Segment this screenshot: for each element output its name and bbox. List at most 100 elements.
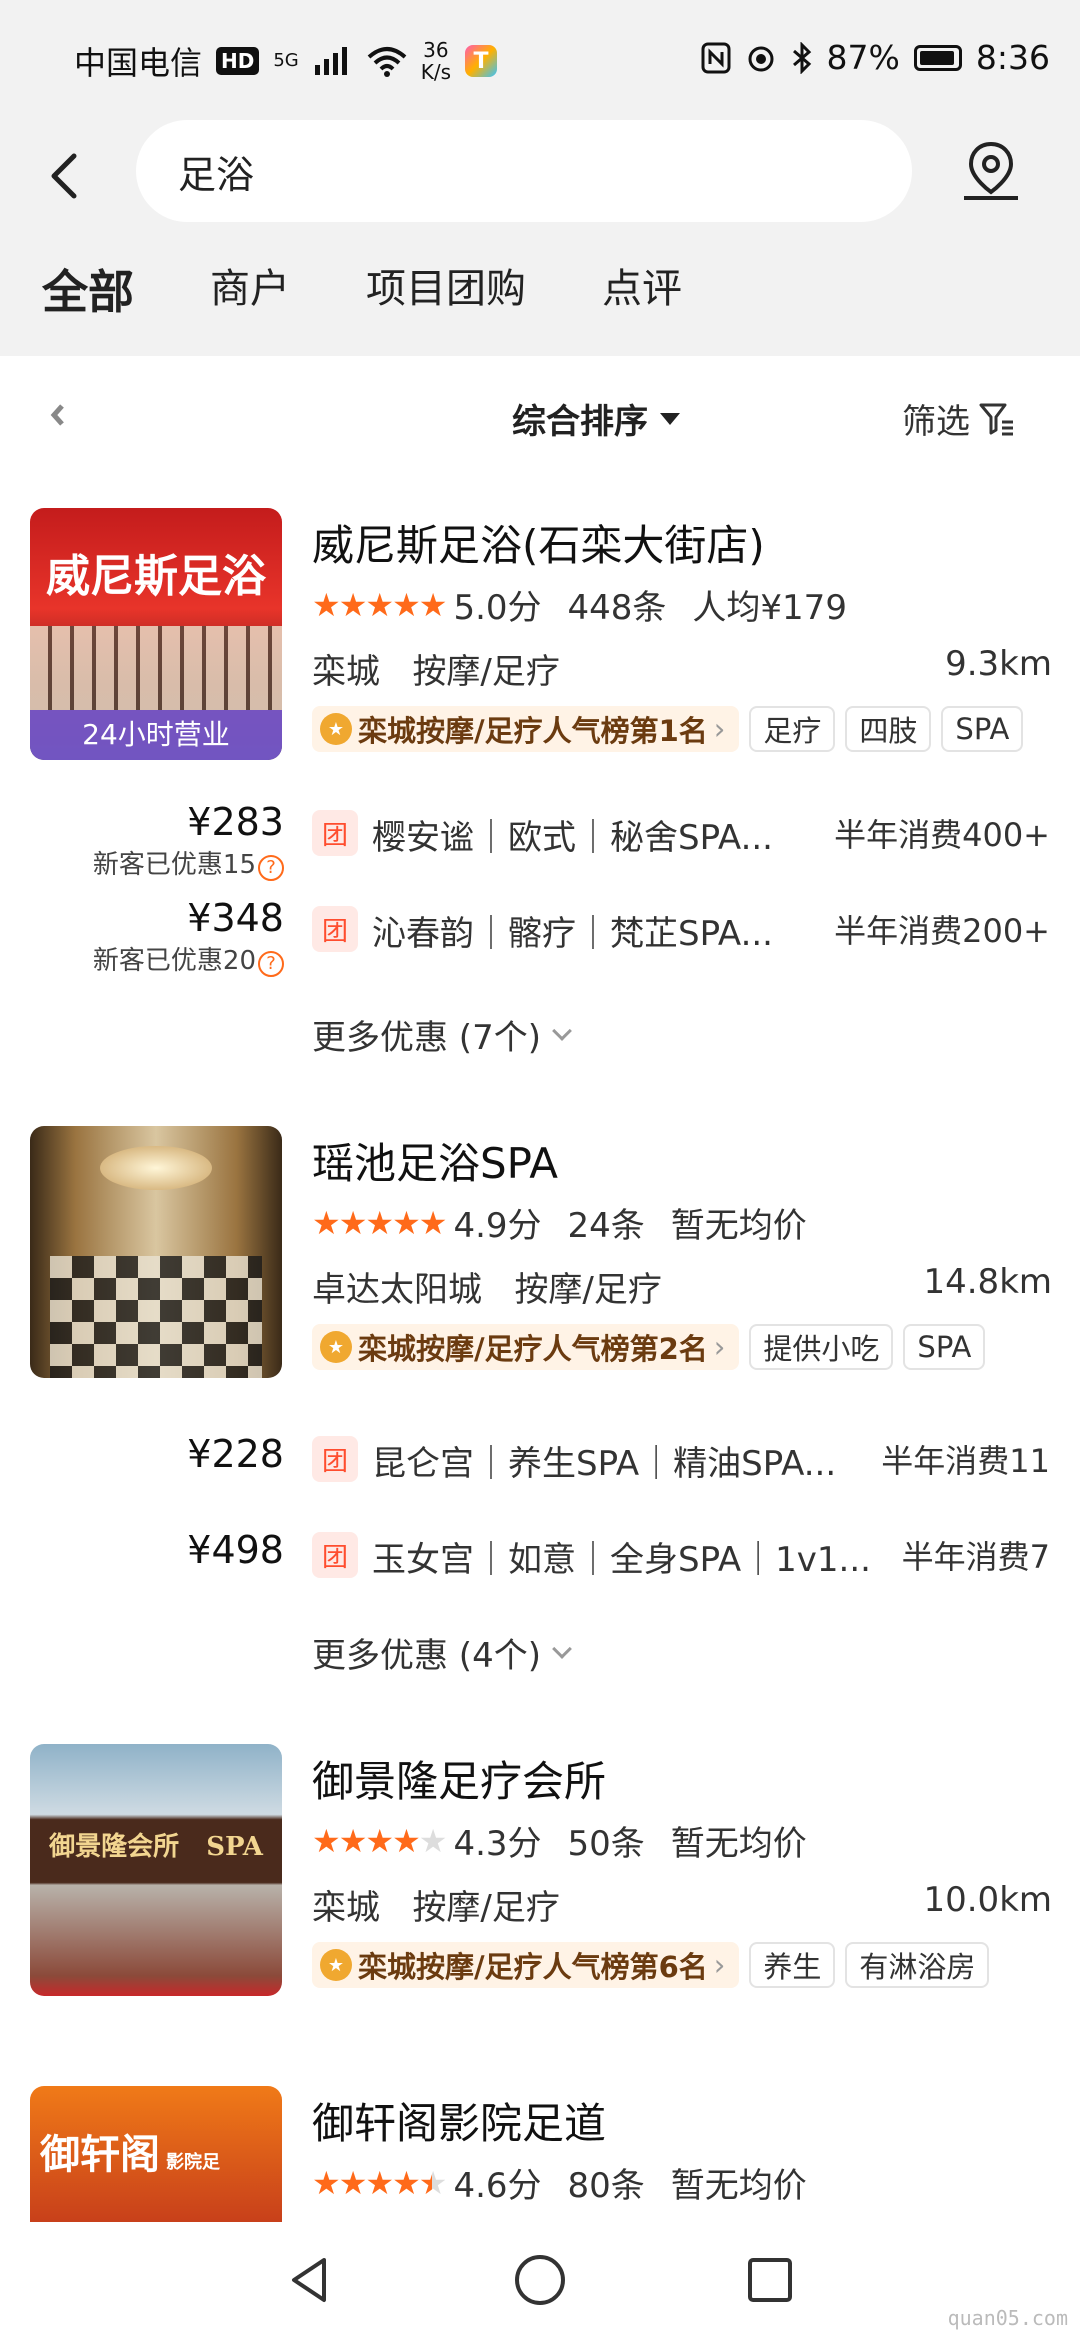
deal-price: ¥283 [187,800,284,844]
search-input[interactable]: 足浴 [136,120,912,222]
deal-sales: 半年消费11 [881,1442,1050,1480]
shop-photo: 御景隆会所 SPA [30,1744,282,1996]
feature-tag: SPA [941,706,1024,752]
group-deal-tag: 团 [312,1532,358,1578]
hd-badge: HD [216,47,260,75]
deal-row[interactable]: ¥348 新客已优惠20? 团 沁春韵｜髂疗｜梵芷SPA... 半年消费200+ [0,896,1080,977]
rank-badge[interactable]: ★ 栾城按摩/足疗人气榜第6名 › [312,1942,740,1988]
tab-all[interactable]: 全部 [42,256,134,326]
shop-category: 按摩/足疗 [412,652,560,692]
sort-bar: 综合排序 筛选 [0,356,1080,476]
shop-sign: 御景隆会所 SPA [49,1832,263,1862]
shop-area: 卓达太阳城 [312,1270,482,1310]
star-rating-icon: ★★★★★ [312,585,447,624]
sort-dropdown[interactable]: 综合排序 [512,394,680,443]
distance: 10.0km [923,1880,1052,1920]
new-customer-discount: 新客已优惠15? [93,844,284,881]
category-tabs: 全部 商户 项目团购 点评 [42,256,758,326]
location-row: 栾城 按摩/足疗 9.3km [312,644,1052,693]
group-deal-tag: 团 [312,1436,358,1482]
listing-card[interactable]: 瑶池足浴SPA ★★★★★ 4.9分 24条 暂无均价 卓达太阳城 按摩/足疗 … [0,1126,1080,1686]
star-rating-icon: ★★★★★ [312,1821,447,1860]
rating-row: ★★★★★ 5.0分 448条 人均¥179 [312,580,847,629]
rating-score: 4.9分 [453,1206,542,1246]
back-arrow-icon[interactable] [40,146,90,206]
deal-price: ¥228 [187,1432,284,1476]
network-speed: 36 K/s [420,38,452,84]
group-deal-tag: 团 [312,906,358,952]
nav-recents-icon[interactable] [744,2254,796,2306]
review-count: 24条 [567,1206,645,1246]
shop-name[interactable]: 御景隆足疗会所 [312,1748,606,1809]
deal-row[interactable]: ¥498 团 玉女宫｜如意｜全身SPA｜1v1... 半年消费7 [0,1522,1080,1592]
medal-icon: ★ [320,1331,352,1363]
shop-name[interactable]: 御轩阁影院足道 [312,2090,606,2151]
battery-icon [913,44,962,71]
review-count: 448条 [567,588,667,628]
avg-price: 暂无均价 [670,1824,807,1864]
nav-back-icon[interactable] [284,2254,336,2306]
scroll-left-icon[interactable] [48,400,68,430]
signal-icon [314,47,347,75]
tab-reviews[interactable]: 点评 [602,256,682,322]
location-row: 卓达太阳城 按摩/足疗 14.8km [312,1262,1052,1311]
deal-row[interactable]: ¥283 新客已优惠15? 团 樱安谧｜欧式｜秘舍SPA... 半年消费400+ [0,800,1080,881]
deal-row[interactable]: ¥228 团 昆仑宫｜养生SPA｜精油SPA... 半年消费11 [0,1426,1080,1496]
rating-score: 4.6分 [453,2166,542,2206]
search-header: 足浴 全部 商户 项目团购 点评 [0,120,1080,356]
alarm-icon [748,46,774,71]
distance: 9.3km [945,644,1052,684]
deal-name: 昆仑宫｜养生SPA｜精油SPA... [372,1444,837,1484]
rating-row: ★★★★★ 4.3分 50条 暂无均价 [312,1816,807,1865]
more-deals-button[interactable]: 更多优惠 (7个) [312,1010,572,1059]
app-notification-icon: T [465,45,498,77]
status-bar: 中国电信 HD 5G 36 K/s T 87% 8:36 [0,0,1080,120]
help-icon[interactable]: ? [258,855,284,881]
tab-merchants[interactable]: 商户 [210,256,290,322]
tag-row: ★ 栾城按摩/足疗人气榜第2名 › 提供小吃 SPA [312,1324,986,1370]
location-pin-icon[interactable] [960,140,1022,202]
search-query: 足浴 [178,153,255,197]
feature-tag: 有淋浴房 [845,1942,990,1988]
shop-photo: 御轩阁 影院足 [30,2086,282,2222]
tab-group-deals[interactable]: 项目团购 [366,256,526,322]
tag-row: ★ 栾城按摩/足疗人气榜第6名 › 养生 有淋浴房 [312,1942,990,1988]
filter-icon [979,403,1013,435]
help-icon[interactable]: ? [258,951,284,977]
shop-category: 按摩/足疗 [514,1270,662,1310]
dropdown-arrow-icon [660,412,680,425]
system-nav-bar: quan05.com [0,2222,1080,2340]
clock: 8:36 [975,38,1050,77]
rating-score: 5.0分 [453,588,542,628]
star-rating-icon: ★★★★★ [312,1203,447,1242]
listing-card[interactable]: 御轩阁 影院足 御轩阁影院足道 ★★★★★ 4.6分 80条 暂无均价 [0,2086,1080,2222]
deal-price: ¥498 [187,1528,284,1572]
distance: 14.8km [923,1262,1052,1302]
rank-badge[interactable]: ★ 栾城按摩/足疗人气榜第1名 › [312,706,740,752]
listing-card[interactable]: 威尼斯足浴 24小时营业 威尼斯足浴(石栾大街店) ★★★★★ 5.0分 448… [0,508,1080,1068]
rank-badge[interactable]: ★ 栾城按摩/足疗人气榜第2名 › [312,1324,740,1370]
rating-row: ★★★★★ 4.9分 24条 暂无均价 [312,1198,807,1247]
nav-home-icon[interactable] [512,2252,568,2308]
new-customer-discount: 新客已优惠20? [93,940,284,977]
review-count: 50条 [567,1824,645,1864]
deal-sales: 半年消费200+ [834,912,1050,950]
shop-sign: 威尼斯足浴 [46,551,266,602]
chevron-down-icon [552,1020,572,1041]
listing-card[interactable]: 御景隆会所 SPA 御景隆足疗会所 ★★★★★ 4.3分 50条 暂无均价 栾城… [0,1744,1080,2044]
deal-price: ¥348 [187,896,284,940]
deal-name: 玉女宫｜如意｜全身SPA｜1v1... [372,1540,871,1580]
sort-label: 综合排序 [512,402,648,442]
shop-name[interactable]: 瑶池足浴SPA [312,1130,558,1191]
avg-price: 暂无均价 [670,2166,807,2206]
group-deal-tag: 团 [312,810,358,856]
filter-button[interactable]: 筛选 [902,394,1016,443]
shop-name[interactable]: 威尼斯足浴(石栾大街店) [312,512,765,573]
feature-tag: 提供小吃 [749,1324,894,1370]
chevron-down-icon [552,1638,572,1659]
deal-sales: 半年消费7 [901,1538,1050,1576]
shop-sign: 御轩阁 [40,2131,160,2178]
more-deals-button[interactable]: 更多优惠 (4个) [312,1628,572,1677]
shop-category: 按摩/足疗 [412,1888,560,1928]
bluetooth-icon [792,41,811,74]
